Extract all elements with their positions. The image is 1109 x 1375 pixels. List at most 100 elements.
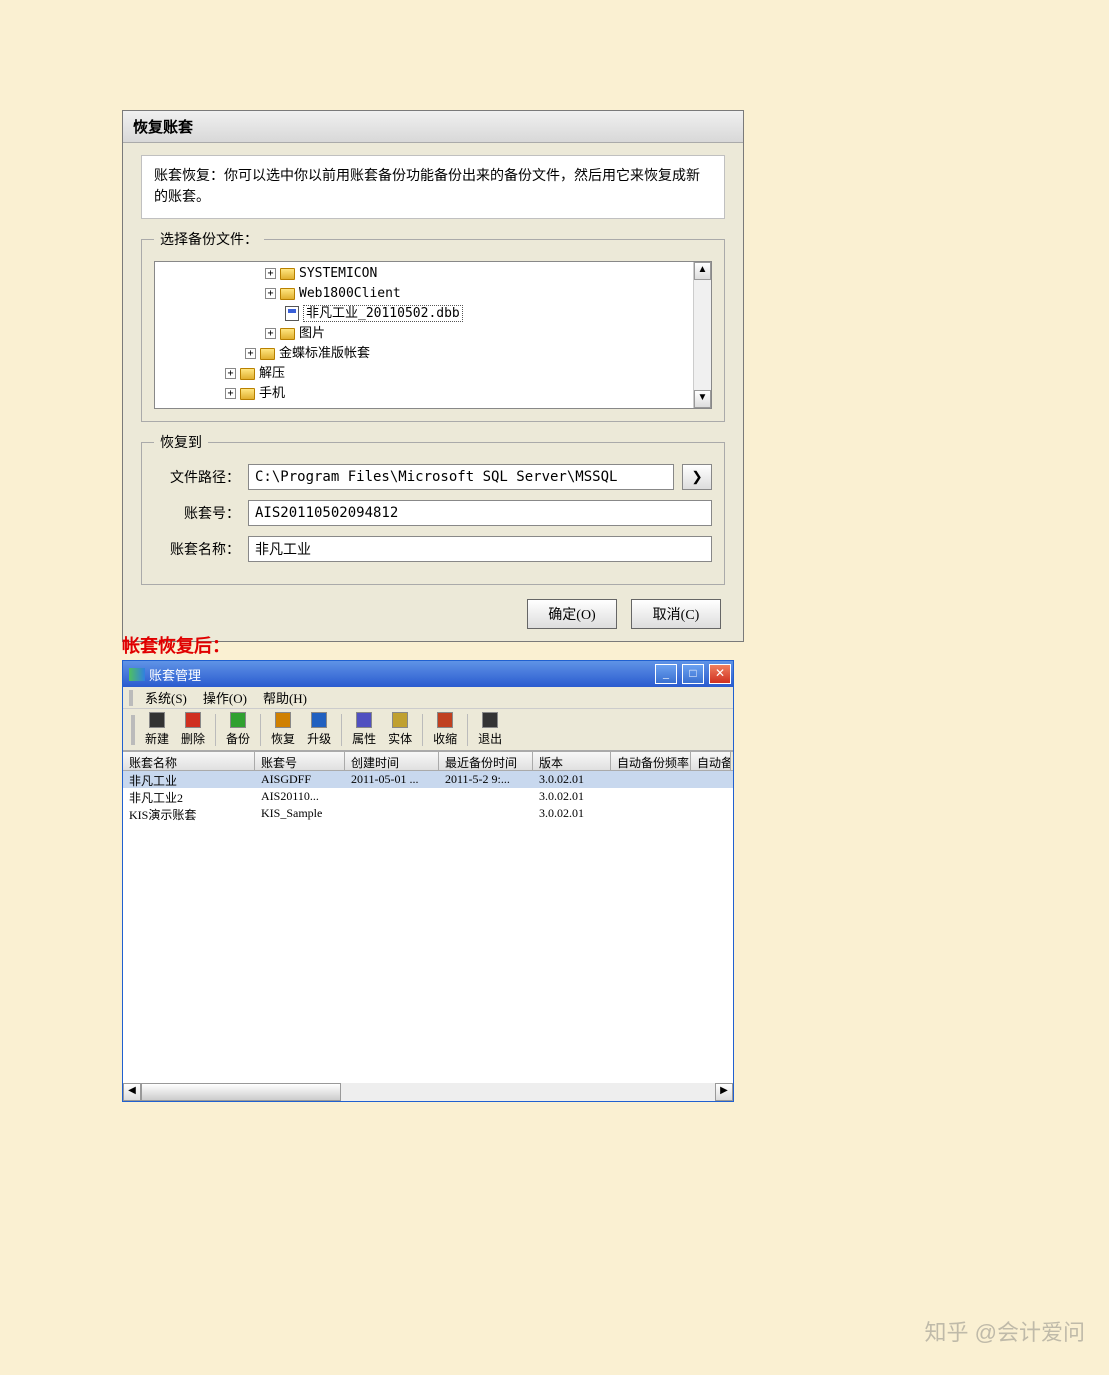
table-cell: 3.0.02.01 [533, 788, 611, 805]
after-restore-caption: 帐套恢复后： [122, 632, 230, 658]
folder-icon [240, 368, 255, 380]
account-no-label: 账套号： [154, 503, 240, 523]
table-cell: 3.0.02.01 [533, 805, 611, 822]
scroll-left-icon[interactable]: ◀ [123, 1083, 141, 1101]
toolbar-icon [230, 712, 246, 728]
window-title: 账套管理 [149, 665, 201, 684]
window-title-bar: 账套管理 _ □ ✕ [123, 661, 733, 687]
toolbar-属性[interactable]: 属性 [346, 710, 382, 749]
toolbar: 新建删除备份 恢复升级属性实体收缩退出 [123, 709, 733, 751]
toolbar-label: 恢复 [271, 730, 295, 747]
folder-icon [240, 388, 255, 400]
restore-dialog: 恢复账套 账套恢复：你可以选中你以前用账套备份功能备份出来的备份文件，然后用它来… [122, 110, 744, 642]
table-cell [439, 788, 533, 805]
expander-icon[interactable]: + [225, 388, 236, 399]
toolbar-删除[interactable]: 删除 [175, 710, 211, 749]
tree-item[interactable]: 非凡工业_20110502.dbb [159, 304, 689, 324]
table-cell: AISGDFF [255, 771, 345, 788]
column-header[interactable]: 最近备份时间 [439, 752, 533, 770]
tree-item[interactable]: +Web1800Client [159, 284, 689, 304]
table-cell [691, 805, 731, 822]
tree-item[interactable]: +手机 [159, 384, 689, 404]
tree-item[interactable]: +图片 [159, 324, 689, 344]
table-cell: KIS_Sample [255, 805, 345, 822]
toolbar-恢复[interactable]: 恢复 [265, 710, 301, 749]
toolbar-icon [392, 712, 408, 728]
expander-icon[interactable]: + [225, 368, 236, 379]
toolbar-收缩[interactable]: 收缩 [427, 710, 463, 749]
column-header[interactable]: 账套名称 [123, 752, 255, 770]
toolbar-grip-icon [131, 715, 135, 745]
expander-icon[interactable]: + [265, 328, 276, 339]
account-name-label: 账套名称： [154, 539, 240, 559]
close-button[interactable]: ✕ [709, 664, 731, 684]
folder-icon [280, 288, 295, 300]
table-cell: 2011-5-2 9:... [439, 771, 533, 788]
table-cell: 非凡工业2 [123, 788, 255, 805]
tree-item-label: 解压 [259, 366, 285, 381]
ok-button[interactable]: 确定(O) [527, 599, 617, 629]
select-backup-group: 选择备份文件： + SYSTEMICON +Web1800Client非凡工业_20… [141, 229, 725, 422]
dialog-title: 恢复账套 [123, 111, 743, 143]
file-icon [285, 306, 299, 321]
toolbar-icon [437, 712, 453, 728]
toolbar-新建[interactable]: 新建 [139, 710, 175, 749]
expander-icon[interactable]: + [245, 348, 256, 359]
table-cell [345, 805, 439, 822]
menu-item[interactable]: 操作(O) [195, 686, 255, 709]
toolbar-label: 升级 [307, 730, 331, 747]
toolbar-label: 备份 [226, 730, 250, 747]
menu-item[interactable]: 系统(S) [137, 686, 195, 709]
toolbar-退出[interactable]: 退出 [472, 710, 508, 749]
column-header[interactable]: 自动备 [691, 752, 731, 770]
toolbar-icon [149, 712, 165, 728]
table-cell: 非凡工业 [123, 771, 255, 788]
column-header[interactable]: 创建时间 [345, 752, 439, 770]
browse-button[interactable]: ❯ [682, 464, 712, 490]
table-cell: KIS演示账套 [123, 805, 255, 822]
table-cell [691, 788, 731, 805]
table-row[interactable]: KIS演示账套KIS_Sample 3.0.02.01 [123, 805, 733, 822]
cancel-button[interactable]: 取消(C) [631, 599, 721, 629]
select-backup-legend: 选择备份文件： [154, 229, 264, 249]
app-icon [129, 668, 145, 681]
table-row[interactable]: 非凡工业2AIS20110... 3.0.02.01 [123, 788, 733, 805]
minimize-button[interactable]: _ [655, 664, 677, 684]
tree-item[interactable]: + SYSTEMICON [159, 264, 689, 284]
restore-to-legend: 恢复到 [154, 432, 208, 452]
toolbar-icon [356, 712, 372, 728]
menu-item[interactable]: 帮助(H) [255, 686, 315, 709]
expander-icon[interactable]: + [265, 288, 276, 299]
account-name-input[interactable] [248, 536, 712, 562]
file-tree[interactable]: + SYSTEMICON +Web1800Client非凡工业_20110502.d… [154, 261, 712, 409]
toolbar-label: 新建 [145, 730, 169, 747]
table-cell [345, 788, 439, 805]
toolbar-icon [311, 712, 327, 728]
toolbar-升级[interactable]: 升级 [301, 710, 337, 749]
horizontal-scrollbar[interactable]: ◀ ▶ [123, 1083, 733, 1101]
scroll-down-icon[interactable]: ▼ [694, 390, 711, 408]
toolbar-icon [185, 712, 201, 728]
file-path-input[interactable] [248, 464, 674, 490]
table-cell [611, 788, 691, 805]
column-header[interactable]: 账套号 [255, 752, 345, 770]
column-header[interactable]: 自动备份频率 [611, 752, 691, 770]
account-no-input[interactable] [248, 500, 712, 526]
maximize-button[interactable]: □ [682, 664, 704, 684]
tree-item[interactable]: + 解压 [159, 364, 689, 384]
folder-icon [280, 328, 295, 340]
watermark: 知乎 @会计爱问 [925, 1315, 1085, 1347]
column-header[interactable]: 版本 [533, 752, 611, 770]
scroll-up-icon[interactable]: ▲ [694, 262, 711, 280]
scroll-right-icon[interactable]: ▶ [715, 1083, 733, 1101]
expander-icon[interactable]: + [265, 268, 276, 279]
tree-item-label: SYSTEMICON [299, 266, 377, 281]
tree-item[interactable]: +金蝶标准版帐套 [159, 344, 689, 364]
restore-to-group: 恢复到 文件路径： ❯ 账套号： 账套名称： [141, 432, 725, 585]
scroll-thumb[interactable] [141, 1083, 341, 1101]
toolbar-实体[interactable]: 实体 [382, 710, 418, 749]
table-cell: AIS20110... [255, 788, 345, 805]
table-row[interactable]: 非凡工业AISGDFF2011-05-01 ...2011-5-2 9:...3… [123, 771, 733, 788]
tree-scroll-vertical[interactable]: ▲ ▼ [693, 262, 711, 408]
toolbar-备份[interactable]: 备份 [220, 710, 256, 749]
